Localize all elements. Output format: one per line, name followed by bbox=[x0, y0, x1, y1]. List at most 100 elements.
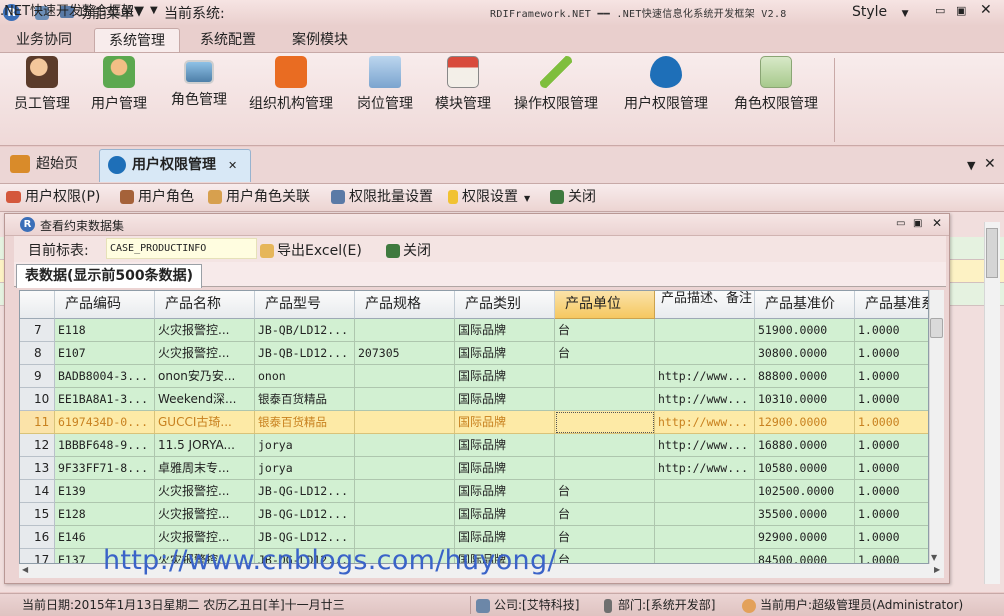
employee-management-button[interactable]: 员工管理 bbox=[8, 56, 76, 118]
table-cell[interactable]: 1.0000 bbox=[855, 434, 928, 457]
data-grid[interactable]: 产品编码 产品名称 产品型号 产品规格 产品类别 产品单位 产品描述、备注 产品基准价 产品基准… bbox=[19, 290, 929, 564]
table-cell[interactable]: 台 bbox=[555, 480, 655, 503]
table-row[interactable]: 14 E139 火灾报警控... JB-QG-LD12... 国际品牌台 102500.0… bbox=[20, 480, 928, 503]
table-row[interactable]: 11 6197434D-0... GUCCI古琦... 银泰百货精品 国际品牌 http:… bbox=[20, 411, 928, 434]
table-cell[interactable]: 卓雅周末专... bbox=[155, 457, 255, 480]
column-header[interactable]: 产品名称 bbox=[155, 291, 255, 319]
tab-table-data[interactable]: 表数据(显示前500条数据) bbox=[16, 264, 203, 288]
table-cell[interactable]: 9F33FF71-8... bbox=[55, 457, 155, 480]
table-cell[interactable]: 12900.0000 bbox=[755, 411, 855, 434]
table-cell[interactable]: E118 bbox=[55, 319, 155, 342]
table-cell[interactable]: 92900.0000 bbox=[755, 526, 855, 549]
row-number[interactable]: 12 bbox=[20, 434, 55, 457]
table-cell[interactable]: Weekend深... bbox=[155, 388, 255, 411]
table-cell[interactable]: 51900.0000 bbox=[755, 319, 855, 342]
dialog-restore-icon[interactable]: ▣ bbox=[913, 218, 922, 229]
table-cell[interactable]: JB-QG-LD12... bbox=[255, 480, 355, 503]
operation-permission-button[interactable]: 操作权限管理 bbox=[508, 56, 604, 118]
row-number[interactable]: 16 bbox=[20, 526, 55, 549]
table-cell[interactable] bbox=[355, 480, 455, 503]
table-cell[interactable]: JB-QB/LD12... bbox=[255, 319, 355, 342]
table-cell[interactable] bbox=[355, 411, 455, 434]
scroll-right-icon[interactable]: ▶ bbox=[934, 565, 940, 574]
table-row[interactable]: 7 E118 火灾报警控... JB-QB/LD12... 国际品牌台 51900.000… bbox=[20, 319, 928, 342]
table-cell[interactable] bbox=[655, 342, 755, 365]
table-row[interactable]: 13 9F33FF71-8... 卓雅周末专... jorya 国际品牌 http://w… bbox=[20, 457, 928, 480]
table-cell[interactable]: 1.0000 bbox=[855, 411, 928, 434]
column-header[interactable]: 产品描述、备注 bbox=[655, 291, 755, 319]
table-cell[interactable]: 11.5 JORYA... bbox=[155, 434, 255, 457]
table-cell[interactable]: 国际品牌 bbox=[455, 434, 555, 457]
table-cell[interactable]: 1.0000 bbox=[855, 549, 928, 563]
table-cell[interactable]: http://www... bbox=[655, 365, 755, 388]
table-cell[interactable]: 火灾报警控... bbox=[155, 526, 255, 549]
table-cell[interactable]: JB-QG-LD12... bbox=[255, 549, 355, 563]
dialog-title-bar[interactable] bbox=[5, 214, 949, 236]
close-module-button[interactable]: 关闭 bbox=[550, 187, 596, 207]
table-cell[interactable]: 1.0000 bbox=[855, 526, 928, 549]
table-cell[interactable]: GUCCI古琦... bbox=[155, 411, 255, 434]
row-number[interactable]: 15 bbox=[20, 503, 55, 526]
role-management-button[interactable]: 角色管理 bbox=[166, 56, 232, 118]
table-cell[interactable] bbox=[655, 549, 755, 563]
table-cell[interactable]: 国际品牌 bbox=[455, 549, 555, 563]
table-cell[interactable] bbox=[555, 365, 655, 388]
tab-case-module[interactable]: 案例模块 bbox=[278, 28, 362, 53]
table-row[interactable]: 16 E146 火灾报警控... JB-QG-LD12... 国际品牌台 92900.00… bbox=[20, 526, 928, 549]
row-number[interactable]: 8 bbox=[20, 342, 55, 365]
table-cell[interactable]: 1BBBF648-9... bbox=[55, 434, 155, 457]
batch-permission-button[interactable]: 权限批量设置 bbox=[331, 187, 433, 207]
table-cell[interactable] bbox=[355, 503, 455, 526]
table-cell[interactable] bbox=[555, 411, 655, 434]
table-cell[interactable]: 台 bbox=[555, 503, 655, 526]
tab-business-collab[interactable]: 业务协同 bbox=[2, 28, 86, 53]
column-header[interactable]: 产品类别 bbox=[455, 291, 555, 319]
scroll-down-icon[interactable]: ▼ bbox=[931, 553, 937, 562]
target-table-field[interactable]: CASE_PRODUCTINFO bbox=[106, 238, 257, 259]
tab-start-page[interactable]: 超始页 bbox=[2, 149, 92, 182]
table-cell[interactable]: 台 bbox=[555, 526, 655, 549]
table-row[interactable]: 10 EE1BA8A1-3... Weekend深... 银泰百货精品 国际品牌 http… bbox=[20, 388, 928, 411]
minimize-icon[interactable]: ▭ bbox=[935, 4, 945, 17]
table-cell[interactable] bbox=[355, 319, 455, 342]
row-number[interactable]: 10 bbox=[20, 388, 55, 411]
column-header[interactable]: 产品编码 bbox=[55, 291, 155, 319]
user-permission-button[interactable]: 用户权限管理 bbox=[618, 56, 714, 118]
table-cell[interactable]: E107 bbox=[55, 342, 155, 365]
table-cell[interactable]: http://www... bbox=[655, 457, 755, 480]
table-cell[interactable] bbox=[355, 434, 455, 457]
chevron-down-icon[interactable]: ▼ bbox=[150, 5, 158, 16]
table-cell[interactable]: 国际品牌 bbox=[455, 411, 555, 434]
table-cell[interactable]: 银泰百货精品 bbox=[255, 411, 355, 434]
table-cell[interactable]: JB-QB-LD12... bbox=[255, 342, 355, 365]
module-management-button[interactable]: 模块管理 bbox=[430, 56, 496, 118]
table-cell[interactable]: 1.0000 bbox=[855, 388, 928, 411]
row-number[interactable]: 13 bbox=[20, 457, 55, 480]
post-management-button[interactable]: 岗位管理 bbox=[352, 56, 418, 118]
tab-system-management[interactable]: 系统管理 bbox=[94, 28, 180, 53]
system-select[interactable]: .NET快速开发整合框架▼ bbox=[0, 0, 144, 19]
table-cell[interactable]: 1.0000 bbox=[855, 457, 928, 480]
user-permission-menu[interactable]: 用户权限(P) bbox=[6, 187, 100, 207]
table-cell[interactable] bbox=[655, 503, 755, 526]
org-management-button[interactable]: 组织机构管理 bbox=[244, 56, 338, 118]
role-permission-button[interactable]: 角色权限管理 bbox=[728, 56, 824, 118]
style-menu[interactable]: Style ▼ bbox=[852, 4, 909, 20]
table-cell[interactable]: 1.0000 bbox=[855, 503, 928, 526]
table-cell[interactable]: 88800.0000 bbox=[755, 365, 855, 388]
row-number[interactable]: 7 bbox=[20, 319, 55, 342]
table-cell[interactable]: 火灾报警控... bbox=[155, 549, 255, 563]
grid-scroll-thumb[interactable] bbox=[930, 318, 943, 338]
permission-settings-menu[interactable]: 权限设置 ▼ bbox=[448, 187, 530, 207]
table-cell[interactable]: 1.0000 bbox=[855, 319, 928, 342]
grid-horizontal-scrollbar[interactable] bbox=[19, 564, 944, 578]
table-cell[interactable]: 国际品牌 bbox=[455, 526, 555, 549]
table-cell[interactable]: E139 bbox=[55, 480, 155, 503]
table-row[interactable]: 8 E107 火灾报警控... JB-QB-LD12... 207305 国际品牌台 308… bbox=[20, 342, 928, 365]
close-icon[interactable]: ✕ bbox=[980, 2, 992, 18]
table-cell[interactable]: 国际品牌 bbox=[455, 503, 555, 526]
user-role-relation-button[interactable]: 用户角色关联 bbox=[208, 187, 310, 207]
table-row[interactable]: 9 BADB8004-3... onon安乃安... onon 国际品牌 http://w… bbox=[20, 365, 928, 388]
close-tab-icon[interactable]: ✕ bbox=[228, 159, 237, 172]
table-cell[interactable]: EE1BA8A1-3... bbox=[55, 388, 155, 411]
